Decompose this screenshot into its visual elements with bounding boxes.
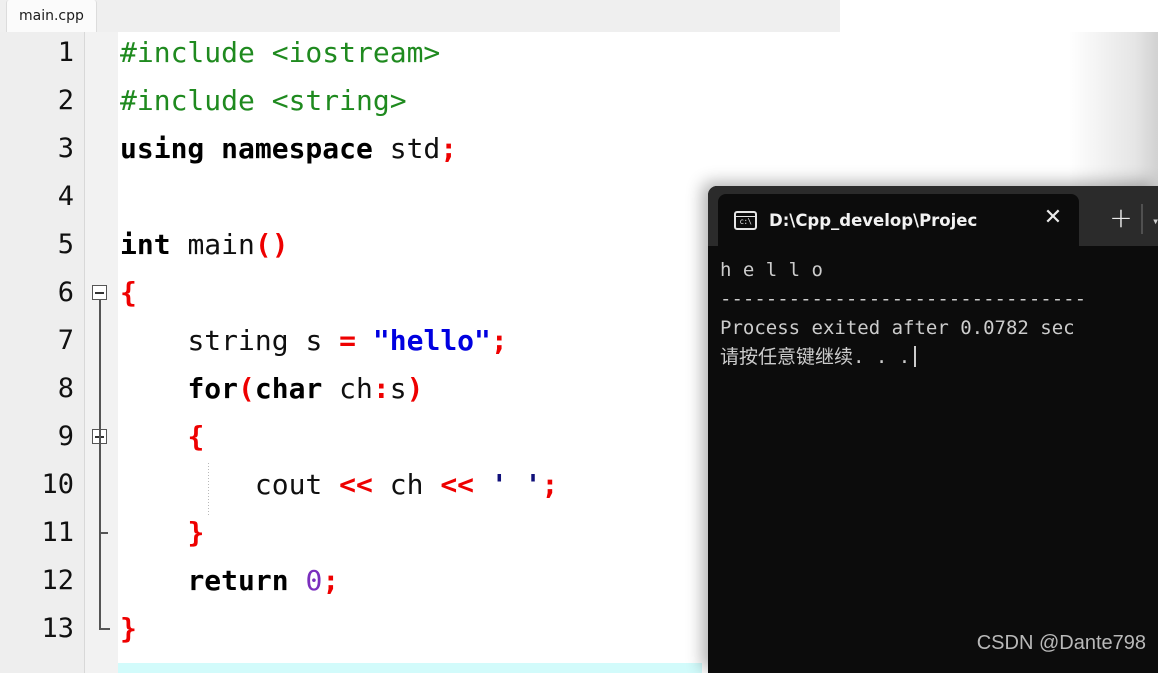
code-token: 0: [305, 564, 323, 597]
line-number: 7: [57, 325, 74, 356]
terminal-output-line: 请按任意键继续. . .: [720, 343, 1158, 372]
code-token: cout: [254, 468, 340, 501]
terminal-cursor: [914, 346, 917, 367]
code-token: ch: [339, 372, 373, 405]
code-token: ' ': [490, 468, 542, 501]
code-token: "hello": [372, 324, 491, 357]
line-number: 12: [41, 565, 74, 596]
code-token: (: [238, 372, 255, 405]
code-token: <<: [339, 468, 390, 501]
code-token: using namespace: [120, 132, 390, 165]
terminal-output-line: h e l l o: [720, 259, 835, 281]
code-token: s: [305, 324, 340, 357]
terminal-output-line: Process exited after 0.0782 sec: [720, 317, 1075, 339]
code-token: ch: [389, 468, 441, 501]
code-line[interactable]: {: [120, 269, 137, 317]
line-number-gutter: 1 2 3 4 5 6 7 8 9 10 11 12 13: [0, 32, 85, 673]
line-number: 10: [41, 469, 74, 500]
cmd-console-icon-label: c:\: [739, 216, 752, 226]
line-number: 2: [57, 85, 74, 116]
code-token: <string>: [271, 84, 407, 117]
code-token: (): [254, 228, 289, 261]
code-token: <<: [440, 468, 491, 501]
code-token: ;: [322, 564, 340, 597]
code-line[interactable]: int main(): [120, 221, 289, 269]
terminal-tab-title: D:\Cpp_develop\Project12_24': [769, 210, 977, 230]
current-line-highlight: [118, 663, 702, 673]
code-token: }: [120, 612, 137, 645]
line-number: 11: [41, 517, 74, 548]
line-number: 1: [57, 37, 74, 68]
line-number: 8: [57, 373, 74, 404]
code-token: #include: [120, 84, 272, 117]
terminal-prompt-text: 请按任意键继续. . .: [720, 346, 911, 368]
toolbar-separator: [1141, 204, 1143, 234]
code-token: s: [389, 372, 407, 405]
new-tab-icon[interactable]: +: [1104, 202, 1138, 234]
code-line[interactable]: #include <string>: [120, 77, 407, 125]
code-line[interactable]: string s = "hello";: [120, 317, 508, 365]
terminal-output[interactable]: h e l l o ------------------------------…: [708, 246, 1158, 673]
code-line[interactable]: cout << ch << ' ';: [120, 461, 558, 509]
code-token: std: [389, 132, 441, 165]
code-token: string: [187, 324, 306, 357]
code-token: for: [187, 372, 239, 405]
line-number: 4: [57, 181, 74, 212]
terminal-tab-active[interactable]: c:\ D:\Cpp_develop\Project12_24': [718, 194, 1079, 246]
code-token: char: [254, 372, 340, 405]
code-token: ;: [541, 468, 559, 501]
close-icon[interactable]: ✕: [1038, 204, 1068, 232]
line-number: 6: [57, 277, 74, 308]
fold-connector-line: [99, 300, 101, 629]
terminal-output-separator: --------------------------------: [720, 288, 1087, 310]
code-token: <iostream>: [271, 36, 441, 69]
csdn-watermark: CSDN @Dante798: [976, 632, 1146, 654]
line-number: 5: [57, 229, 74, 260]
editor-tab-bar: main.cpp: [0, 0, 840, 33]
code-token: return: [187, 564, 306, 597]
terminal-title-bar[interactable]: c:\ D:\Cpp_develop\Project12_24' ✕ + ▾: [708, 186, 1158, 246]
fold-toggle-icon[interactable]: [92, 285, 107, 300]
code-token: #include: [120, 36, 272, 69]
chevron-down-icon[interactable]: ▾: [1152, 214, 1158, 228]
editor-tab-label: main.cpp: [19, 8, 84, 24]
code-token: int: [120, 228, 188, 261]
line-number: 13: [41, 613, 74, 644]
code-token: }: [187, 516, 205, 549]
fold-end-marker: [99, 628, 110, 630]
code-token: ;: [490, 324, 508, 357]
code-token: ): [406, 372, 424, 405]
code-token: ;: [440, 132, 458, 165]
line-number: 3: [57, 133, 74, 164]
code-line[interactable]: return 0;: [120, 557, 339, 605]
code-line[interactable]: #include <iostream>: [120, 32, 440, 77]
cmd-console-icon: c:\: [734, 210, 757, 230]
code-line[interactable]: }: [120, 509, 204, 557]
code-line[interactable]: }: [120, 605, 137, 653]
editor-tab-main-cpp[interactable]: main.cpp: [6, 0, 97, 32]
code-token: {: [120, 276, 137, 309]
code-line[interactable]: using namespace std;: [120, 125, 457, 173]
code-folding-column[interactable]: [85, 32, 119, 673]
line-number: 9: [57, 421, 74, 452]
code-token: {: [187, 420, 205, 453]
windows-terminal-window[interactable]: c:\ D:\Cpp_develop\Project12_24' ✕ + ▾ h…: [708, 186, 1158, 673]
code-token: main: [187, 228, 255, 261]
code-line[interactable]: for(char ch:s): [120, 365, 423, 413]
code-token: =: [339, 324, 373, 357]
code-token: :: [372, 372, 390, 405]
code-line[interactable]: {: [120, 413, 204, 461]
